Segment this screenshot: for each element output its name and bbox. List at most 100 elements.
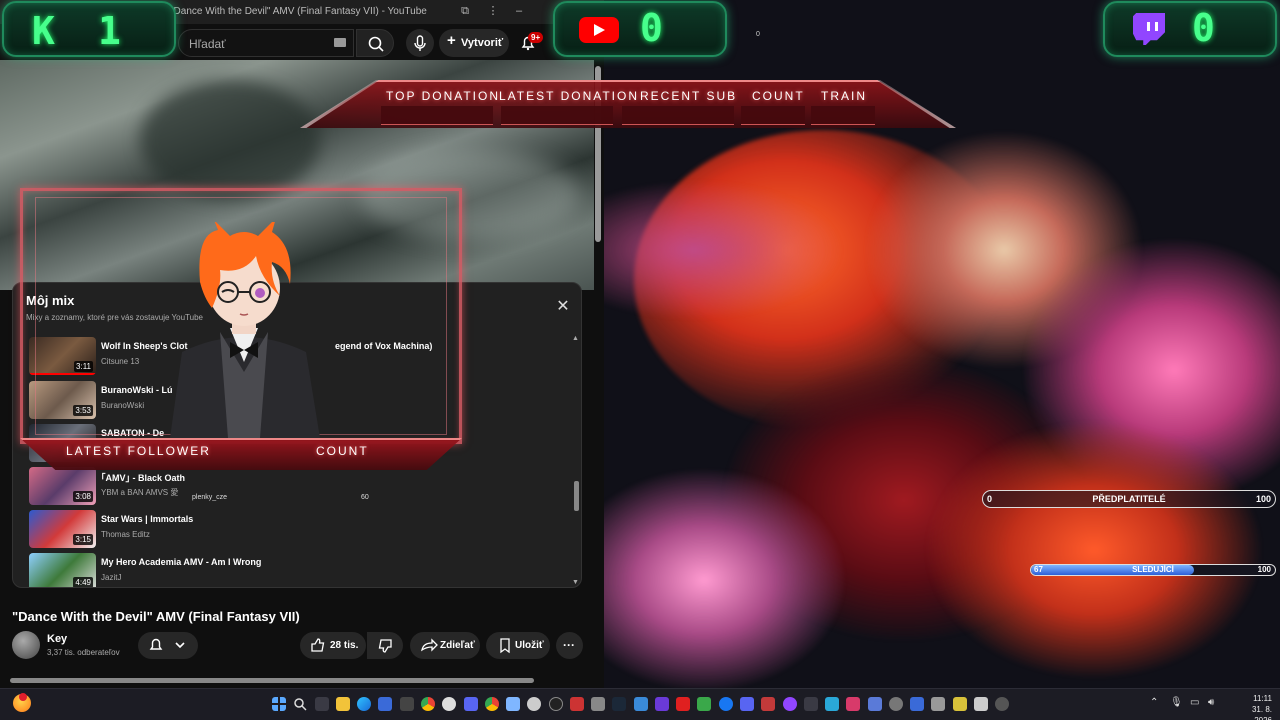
app-icon[interactable] [400,697,414,711]
system-clock[interactable]: 11:11 31. 8. 2026 [1232,693,1272,720]
video-title-heading: "Dance With the Devil" AMV (Final Fantas… [12,609,300,624]
app-icon[interactable] [527,697,541,711]
list-item[interactable]: 3:15 Star Wars | Immortals Thomas Editz [29,510,559,550]
video-thumbnail: 3:15 [29,510,96,548]
follows-goal-target: 100 [1257,565,1271,574]
subscriber-count: 3,37 tis. odberateľov [47,648,120,657]
minimize-icon[interactable]: – [512,4,526,18]
edge-icon[interactable] [357,697,371,711]
twitch-taskbar-icon[interactable] [783,697,797,711]
discord-icon[interactable] [464,697,478,711]
clock-date: 31. 8. 2026 [1251,705,1272,720]
notification-dot-icon [19,693,27,701]
stray-counter: 0 [756,31,760,38]
like-button[interactable]: 28 tis. [300,632,366,659]
follows-goal-label: SLEDUJÍCÍ [1132,565,1174,574]
app-icon[interactable] [846,697,860,711]
duration-label: 4:49 [73,577,93,587]
thumbs-up-icon [311,638,325,652]
volume-icon[interactable]: 🔊︎ [1208,697,1214,708]
share-button[interactable]: Zdieľať [410,632,480,659]
avatar[interactable] [12,631,40,659]
steam-icon[interactable] [612,697,626,711]
app-icon[interactable] [868,697,882,711]
search-icon[interactable] [293,697,307,711]
app-icon[interactable] [761,697,775,711]
close-icon[interactable]: ✕ [553,297,573,317]
scroll-down-icon[interactable]: ▼ [572,579,579,586]
ellipsis-icon: ··· [563,638,575,652]
latest-donation-slot [501,106,613,125]
window-title: "Dance With the Devil" AMV (Final Fantas… [170,6,427,17]
channel-name: Thomas Editz [101,530,150,539]
save-label: Uložiť [515,640,544,651]
search-input[interactable]: Hľadať [178,29,354,57]
count-slot [741,106,805,125]
app-icon[interactable] [910,697,924,711]
list-item[interactable]: 4:49 My Hero Academia AMV - Am I Wrong J… [29,553,559,587]
obs-icon[interactable] [549,697,563,711]
youtube-taskbar-icon[interactable] [676,697,690,711]
like-count: 28 tis. [330,640,359,651]
facebook-icon[interactable] [719,697,733,711]
chrome-icon[interactable] [421,697,435,711]
channel-name: JazitJ [101,573,122,582]
twitch-counter-box [1103,1,1277,57]
scroll-up-icon[interactable]: ▲ [572,335,579,342]
app-icon[interactable] [506,697,520,711]
train-label: TRAIN [821,89,867,103]
app-icon[interactable] [804,697,818,711]
app-icon[interactable] [889,697,903,711]
store-icon[interactable] [378,697,392,711]
video-thumbnail: 3:08 [29,467,96,505]
latest-follower-label: LATEST FOLLOWER [66,444,211,458]
microphone-icon[interactable]: 🎙︎ [1170,697,1183,708]
voice-search-button[interactable] [406,29,434,57]
app-icon[interactable] [974,697,988,711]
app-icon[interactable] [591,697,605,711]
dislike-button[interactable] [367,632,403,659]
channel-name-heading[interactable]: Key [47,633,67,645]
app-icon[interactable] [953,697,967,711]
twitch-count: 0 [1192,6,1217,50]
list-item[interactable]: 3:08 ｢AMV｣ - Black Oath YBM a BAN AMVS 愛 [29,467,559,507]
more-actions-button[interactable]: ··· [556,632,583,659]
file-explorer-icon[interactable] [336,697,350,711]
chrome-icon[interactable] [485,697,499,711]
app-icon[interactable] [995,697,1009,711]
menu-icon[interactable]: ⋮ [486,4,500,18]
bell-icon [149,638,185,650]
scrollbar-thumb[interactable] [10,678,534,683]
mix-scrollbar[interactable] [574,481,579,511]
train-slot [811,106,875,125]
thumbs-down-icon [378,639,392,653]
app-icon[interactable] [442,697,456,711]
recent-sub-label: RECENT SUB [640,89,738,103]
latest-donation-label: LATEST DONATION [499,89,640,103]
app-icon[interactable] [570,697,584,711]
app-icon[interactable] [655,697,669,711]
follower-count-value: 60 [361,494,369,501]
horizontal-scrollbar[interactable] [6,678,596,684]
chevron-up-icon[interactable]: ⌃ [1150,697,1158,708]
video-title: Star Wars | Immortals [101,514,194,524]
app-icon[interactable] [931,697,945,711]
app-icon[interactable] [825,697,839,711]
follower-count-label: COUNT [316,444,369,458]
task-view-icon[interactable] [315,697,329,711]
keyboard-icon[interactable] [334,38,346,47]
app-icon[interactable] [740,697,754,711]
app-icon[interactable] [634,697,648,711]
subscription-bell-button[interactable] [138,632,198,659]
create-button[interactable]: + Vytvoriť [439,29,509,57]
app-icon[interactable] [697,697,711,711]
video-thumbnail: 4:49 [29,553,96,587]
video-title: ｢AMV｣ - Black Oath [101,473,186,483]
save-button[interactable]: Uložiť [486,632,550,659]
wallpaper-ribbon [924,420,1264,680]
display-icon[interactable]: ▭ [1190,697,1199,708]
subs-goal-target: 100 [1255,494,1271,504]
start-icon[interactable] [272,697,286,711]
search-button[interactable] [356,29,394,57]
extensions-icon[interactable]: ⧉ [458,4,472,18]
